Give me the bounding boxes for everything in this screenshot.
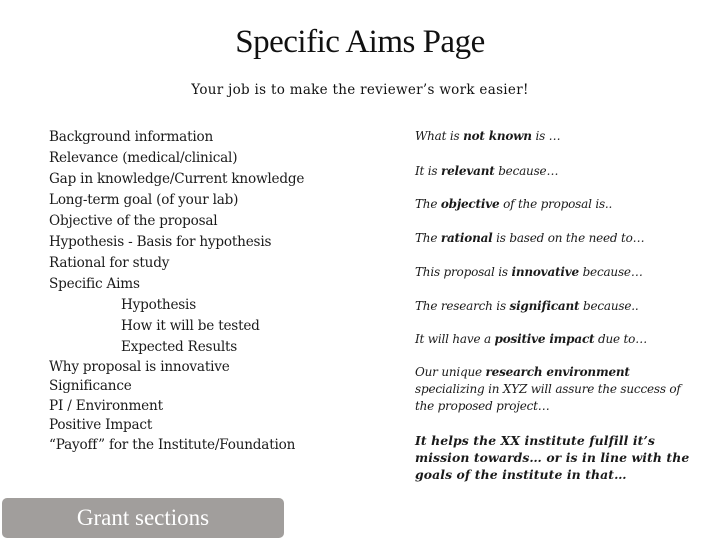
list-item: Hypothesis - Basis for hypothesis — [49, 234, 272, 250]
page-subtitle: Your job is to make the reviewer’s work … — [191, 82, 529, 98]
list-item: Background information — [49, 129, 214, 145]
phrase-text: It will have a — [415, 332, 495, 346]
phrase-item: This proposal is innovative because… — [415, 265, 643, 279]
phrase-item: The objective of the proposal is.. — [415, 197, 612, 211]
phrase-keyword: significant — [509, 299, 580, 313]
phrase-item: The research is significant because.. — [415, 299, 639, 313]
list-item: Rational for study — [49, 255, 170, 271]
phrase-text: because… — [578, 265, 643, 279]
phrase-text: The research is — [415, 299, 510, 313]
list-subitem: How it will be tested — [121, 318, 260, 334]
phrase-keyword: objective — [440, 197, 500, 211]
list-item: Objective of the proposal — [49, 213, 218, 229]
phrase-item: It will have a positive impact due to… — [415, 332, 647, 346]
phrase-item: Our unique research environment speciali… — [415, 364, 700, 415]
list-item: Long-term goal (of your lab) — [49, 192, 239, 208]
phrase-item: What is not known is … — [415, 129, 561, 143]
phrase-text: This proposal is — [415, 265, 512, 279]
phrase-text: because.. — [579, 299, 639, 313]
phrase-item: It is relevant because… — [415, 164, 558, 178]
phrase-keyword: relevant — [441, 164, 495, 178]
phrase-keyword: research environment — [485, 365, 630, 379]
list-item: Specific Aims — [49, 276, 140, 292]
list-item: Positive Impact — [49, 417, 153, 433]
phrase-text: because… — [494, 164, 559, 178]
list-subitem: Hypothesis — [121, 297, 196, 313]
phrase-keyword: It helps the XX institute fulfill it’s m… — [415, 433, 690, 482]
list-item: Why proposal is innovative — [49, 358, 230, 375]
phrase-item: The rational is based on the need to… — [415, 231, 645, 245]
phrase-text: It is — [415, 164, 441, 178]
phrase-keyword: innovative — [511, 265, 579, 279]
phrase-text: is based on the need to… — [492, 231, 645, 245]
list-item: Significance — [49, 378, 132, 394]
page-title: Specific Aims Page — [235, 24, 485, 60]
phrase-text: specializing in XYZ will assure the succ… — [415, 382, 681, 413]
phrase-keyword: not known — [463, 129, 532, 143]
list-item: Relevance (medical/clinical) — [49, 150, 238, 166]
phrase-keyword: positive impact — [494, 332, 595, 346]
list-subitem: Expected Results — [121, 339, 238, 355]
phrase-text: Our unique — [415, 365, 486, 379]
grant-sections-label: Grant sections — [2, 498, 284, 538]
phrase-item: It helps the XX institute fulfill it’s m… — [415, 432, 700, 483]
phrase-text: is … — [531, 129, 561, 143]
phrase-text: of the proposal is.. — [499, 197, 613, 211]
phrase-text: due to… — [594, 332, 647, 346]
list-item: Gap in knowledge/Current knowledge — [49, 171, 305, 187]
grant-sections-list: Background information Relevance (medica… — [49, 128, 304, 455]
list-item: PI / Environment — [49, 397, 163, 414]
list-item: “Payoff” for the Institute/Foundation — [49, 436, 296, 453]
phrase-text: What is — [415, 129, 464, 143]
phrase-keyword: rational — [440, 231, 493, 245]
phrase-text: The — [415, 197, 441, 211]
phrase-text: The — [415, 231, 441, 245]
